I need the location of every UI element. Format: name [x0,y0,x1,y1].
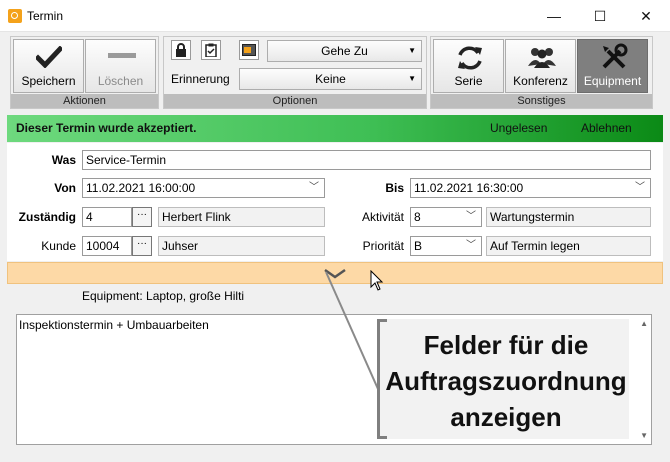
bis-value: 11.02.2021 16:30:00 [414,181,524,195]
checkmark-icon [36,46,62,68]
callout-bracket-top [377,319,387,322]
save-button[interactable]: Speichern [13,39,84,93]
prioritaet-dropdown[interactable]: B ﹀ [410,236,482,256]
kunde-id-input[interactable]: 10004 [82,236,132,256]
goto-dropdown[interactable]: Gehe Zu ▼ [267,40,422,62]
people-icon [528,48,556,68]
status-banner: Dieser Termin wurde akzeptiert. Ungelese… [7,115,663,142]
prioritaet-value: B [414,239,423,253]
annotation-callout: Felder für die Auftragszuordnung anzeige… [377,319,629,439]
unread-link[interactable]: Ungelesen [490,121,547,135]
aktivitaet-dropdown[interactable]: 8 ﹀ [410,207,482,227]
clipboard-button[interactable] [201,40,221,60]
status-message: Dieser Termin wurde akzeptiert. [16,121,197,135]
prioritaet-name: Auf Termin legen [486,236,651,256]
minimize-button[interactable]: — [531,0,577,32]
chevron-down-icon: ﹀ [635,182,645,193]
dropdown-arrow-icon: ▼ [408,46,416,55]
kunde-lookup-button[interactable]: ··· [132,236,152,256]
serie-button[interactable]: Serie [433,39,504,93]
screen-button[interactable] [239,40,259,60]
maximize-button[interactable]: ☐ [577,0,623,32]
scroll-down-icon[interactable]: ▼ [640,431,648,440]
lock-button[interactable] [171,40,191,60]
tools-icon [602,43,628,69]
callout-text: Felder für die Auftragszuordnung anzeige… [380,327,632,435]
refresh-icon [458,46,482,70]
callout-line-3: anzeigen [450,402,562,432]
zustaendig-lookup-button[interactable]: ··· [132,207,152,227]
clipboard-icon [205,43,217,57]
title-bar: Termin — ☐ ✕ [0,0,670,32]
reminder-value: Keine [315,72,346,86]
reminder-label: Erinnerung [171,72,230,86]
konferenz-label: Konferenz [513,74,568,88]
screen-icon [242,44,256,56]
group-optionen: Gehe Zu ▼ Erinnerung Keine ▼ Optionen [163,36,427,109]
chevron-down-icon: ﹀ [466,211,476,222]
delete-label: Löschen [97,74,144,88]
kunde-name: Juhser [158,236,325,256]
decline-link[interactable]: Ablehnen [581,121,632,135]
chevron-down-icon: ﹀ [309,182,319,193]
konferenz-button[interactable]: Konferenz [505,39,576,93]
aktivitaet-label: Aktivität [361,210,404,224]
group-label-sonstiges: Sonstiges [431,94,652,108]
callout-line-1: Felder für die [423,330,589,360]
zustaendig-name: Herbert Flink [158,207,325,227]
zustaendig-label: Zuständig [18,210,76,224]
app-icon [8,9,22,23]
kunde-label: Kunde [41,239,76,253]
lock-icon [176,43,186,57]
von-label: Von [54,181,76,195]
aktivitaet-value: 8 [414,210,421,224]
equipment-label: Equipment [583,74,642,88]
prioritaet-label: Priorität [362,239,404,253]
von-value: 11.02.2021 16:00:00 [86,181,196,195]
group-aktionen: Speichern Löschen Aktionen [10,36,159,109]
delete-button[interactable]: Löschen [85,39,156,93]
dropdown-arrow-icon: ▼ [408,74,416,83]
notes-text: Inspektionstermin + Umbauarbeiten [19,318,209,332]
zustaendig-id-input[interactable]: 4 [82,207,132,227]
serie-label: Serie [454,74,483,88]
window-title: Termin [27,9,64,23]
von-datepicker[interactable]: 11.02.2021 16:00:00 ﹀ [82,178,325,198]
bis-datepicker[interactable]: 11.02.2021 16:30:00 ﹀ [410,178,651,198]
was-input[interactable]: Service-Termin [82,150,651,170]
chevron-down-icon: ﹀ [466,240,476,251]
equipment-button[interactable]: Equipment [577,39,648,93]
callout-bracket-bottom [377,436,387,439]
equipment-summary: Equipment: Laptop, große Hilti [82,289,245,303]
bis-label: Bis [385,181,404,195]
group-sonstiges: Serie Konferenz Equipment Sonstiges [430,36,653,109]
save-label: Speichern [21,74,76,88]
goto-value: Gehe Zu [321,44,368,58]
reminder-dropdown[interactable]: Keine ▼ [239,68,422,90]
group-label-optionen: Optionen [164,94,426,108]
scroll-up-icon[interactable]: ▲ [640,319,648,328]
close-button[interactable]: ✕ [623,0,669,32]
aktivitaet-name: Wartungstermin [486,207,651,227]
was-label: Was [51,153,76,167]
group-label-aktionen: Aktionen [11,94,158,108]
minus-icon [108,53,136,58]
callout-line-2: Auftragszuordnung [385,366,627,396]
